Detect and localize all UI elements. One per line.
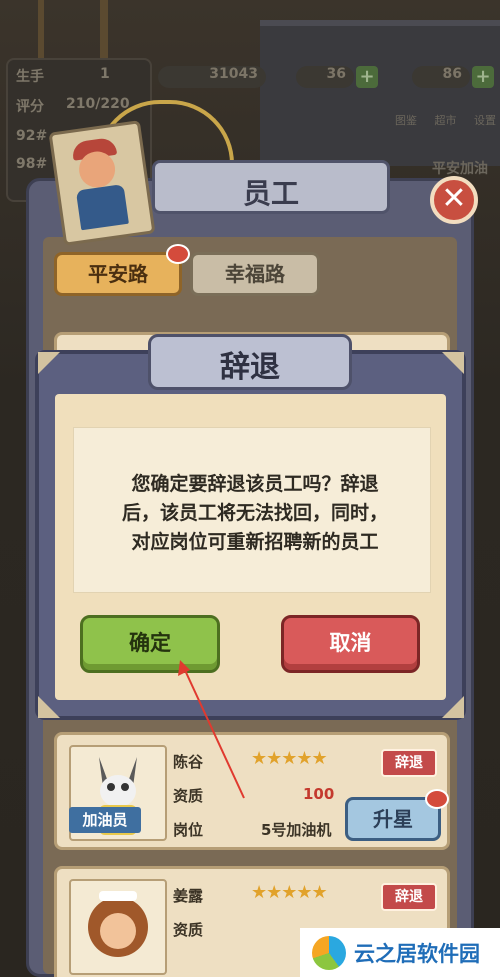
watermark-text: 云之居软件园 [354,942,480,966]
annotation-arrow-icon [178,660,245,799]
watermark: 云之居软件园 [300,928,500,977]
watermark-logo-icon [312,936,346,970]
